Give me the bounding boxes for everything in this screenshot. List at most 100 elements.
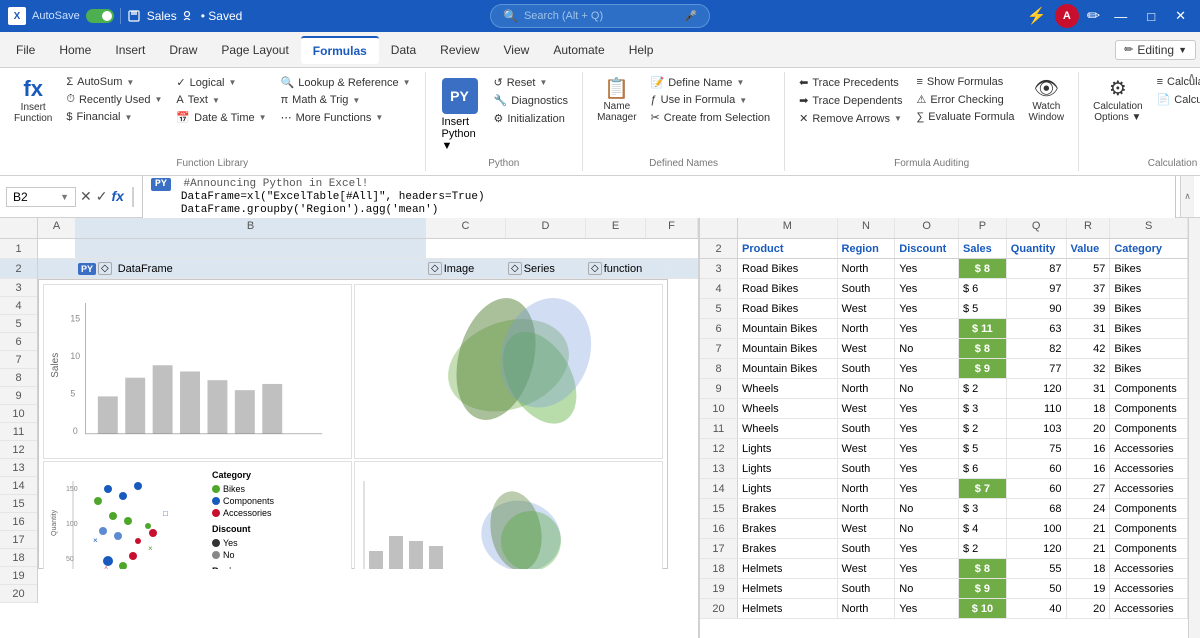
cell-product[interactable]: Wheels (738, 419, 838, 438)
cell-value[interactable]: 19 (1067, 579, 1111, 598)
cell-sales[interactable]: $ 2 (959, 419, 1007, 438)
cell-quantity[interactable]: 77 (1007, 359, 1067, 378)
col-header-p[interactable]: P (959, 218, 1007, 238)
cell-discount[interactable]: No (895, 379, 959, 398)
maximize-button[interactable]: □ (1141, 9, 1161, 24)
cell-quantity[interactable]: 60 (1007, 479, 1067, 498)
cell-category[interactable]: Bikes (1110, 279, 1188, 298)
cell-product[interactable]: Brakes (738, 519, 838, 538)
cell-category[interactable]: Bikes (1110, 299, 1188, 318)
cell-product[interactable]: Helmets (738, 599, 838, 618)
col-header-n[interactable]: N (838, 218, 896, 238)
cell-discount[interactable]: No (895, 519, 959, 538)
cell-region[interactable]: North (838, 379, 896, 398)
header-region[interactable]: Region (838, 239, 896, 258)
tab-view[interactable]: View (492, 37, 542, 63)
more-functions-button[interactable]: ⋯ More Functions ▼ (275, 109, 417, 126)
cell-value[interactable]: 37 (1067, 279, 1111, 298)
tab-automate[interactable]: Automate (541, 37, 616, 63)
cell-quantity[interactable]: 75 (1007, 439, 1067, 458)
cell-discount[interactable]: Yes (895, 539, 959, 558)
header-quantity[interactable]: Quantity (1007, 239, 1067, 258)
cell-sales[interactable]: $ 5 (959, 439, 1007, 458)
close-button[interactable]: ✕ (1169, 8, 1192, 24)
tab-insert[interactable]: Insert (103, 37, 157, 63)
cell-category[interactable]: Components (1110, 399, 1188, 418)
cell-quantity[interactable]: 120 (1007, 379, 1067, 398)
create-from-selection-button[interactable]: ✂ Create from Selection (645, 109, 777, 126)
col-header-s[interactable]: S (1110, 218, 1188, 238)
cell-a1[interactable] (38, 239, 76, 258)
ribbon-collapse-button[interactable]: ∧ (1183, 68, 1200, 86)
col-header-o[interactable]: O (895, 218, 959, 238)
cell-category[interactable]: Components (1110, 539, 1188, 558)
header-discount[interactable]: Discount (895, 239, 959, 258)
reset-button[interactable]: ↺ Reset ▼ (488, 74, 575, 91)
col-header-b[interactable]: B (76, 218, 426, 238)
cell-discount[interactable]: Yes (895, 559, 959, 578)
cell-value[interactable]: 20 (1067, 419, 1111, 438)
editing-badge[interactable]: ✏ Editing ▼ (1115, 40, 1196, 60)
cell-value[interactable]: 16 (1067, 459, 1111, 478)
search-input[interactable] (524, 10, 679, 22)
cell-quantity[interactable]: 55 (1007, 559, 1067, 578)
use-in-formula-button[interactable]: ƒ Use in Formula ▼ (645, 92, 777, 108)
formula-check-icon[interactable]: ✕ (80, 188, 92, 205)
initialization-button[interactable]: ⚙ Initialization (488, 110, 575, 127)
header-category[interactable]: Category (1110, 239, 1188, 258)
cell-value[interactable]: 18 (1067, 559, 1111, 578)
formula-fx-icon[interactable]: fx (111, 188, 123, 205)
cell-category[interactable]: Accessories (1110, 579, 1188, 598)
watch-window-button[interactable]: 👁 WatchWindow (1023, 74, 1071, 125)
cell-category[interactable]: Accessories (1110, 479, 1188, 498)
trace-precedents-button[interactable]: ⬅ Trace Precedents (793, 74, 908, 91)
trace-dependents-button[interactable]: ➡ Trace Dependents (793, 92, 908, 109)
cell-reference-box[interactable]: B2 ▼ (6, 187, 76, 207)
formula-enter-icon[interactable]: ✓ (96, 188, 108, 205)
col-header-m[interactable]: M (738, 218, 838, 238)
tab-file[interactable]: File (4, 37, 47, 63)
cell-product[interactable]: Wheels (738, 379, 838, 398)
col-header-f[interactable]: F (646, 218, 698, 238)
cell-category[interactable]: Accessories (1110, 459, 1188, 478)
col-header-q[interactable]: Q (1007, 218, 1067, 238)
cell-d2[interactable]: ◇ Series (506, 259, 586, 278)
insert-python-button[interactable]: PY InsertPython ▼ (434, 74, 486, 156)
logical-button[interactable]: ✓ Logical ▼ (170, 74, 272, 91)
col-header-a[interactable]: A (38, 218, 76, 238)
cell-region[interactable]: South (838, 279, 896, 298)
cell-value[interactable]: 20 (1067, 599, 1111, 618)
cell-value[interactable]: 31 (1067, 319, 1111, 338)
cell-sales[interactable]: $ 5 (959, 299, 1007, 318)
cell-quantity[interactable]: 110 (1007, 399, 1067, 418)
search-box[interactable]: 🔍 🎤 (490, 4, 710, 28)
cell-discount[interactable]: Yes (895, 359, 959, 378)
lookup-reference-button[interactable]: 🔍 Lookup & Reference ▼ (275, 74, 417, 91)
chart-container[interactable]: Sales 15 10 5 0 (38, 279, 668, 569)
cell-c2[interactable]: ◇ Image (426, 259, 506, 278)
tab-help[interactable]: Help (617, 37, 666, 63)
cell-region[interactable]: West (838, 299, 896, 318)
cell-sales[interactable]: $ 8 (959, 259, 1007, 278)
tab-home[interactable]: Home (47, 37, 103, 63)
insert-function-button[interactable]: fx InsertFunction (8, 74, 58, 126)
cell-sales[interactable]: $ 3 (959, 499, 1007, 518)
show-formulas-button[interactable]: ≡ Show Formulas (910, 74, 1020, 90)
cell-sales[interactable]: $ 3 (959, 399, 1007, 418)
cell-category[interactable]: Components (1110, 519, 1188, 538)
col-header-e[interactable]: E (586, 218, 646, 238)
cell-value[interactable]: 32 (1067, 359, 1111, 378)
cell-sales[interactable]: $ 8 (959, 559, 1007, 578)
col-header-r[interactable]: R (1067, 218, 1111, 238)
cell-value[interactable]: 42 (1067, 339, 1111, 358)
cell-product[interactable]: Helmets (738, 559, 838, 578)
cell-quantity[interactable]: 103 (1007, 419, 1067, 438)
cell-sales[interactable]: $ 8 (959, 339, 1007, 358)
minimize-button[interactable]: — (1108, 9, 1133, 24)
header-product[interactable]: Product (738, 239, 838, 258)
cell-discount[interactable]: No (895, 579, 959, 598)
cell-category[interactable]: Accessories (1110, 439, 1188, 458)
cell-product[interactable]: Road Bikes (738, 259, 838, 278)
cell-sales[interactable]: $ 11 (959, 319, 1007, 338)
cell-discount[interactable]: No (895, 499, 959, 518)
